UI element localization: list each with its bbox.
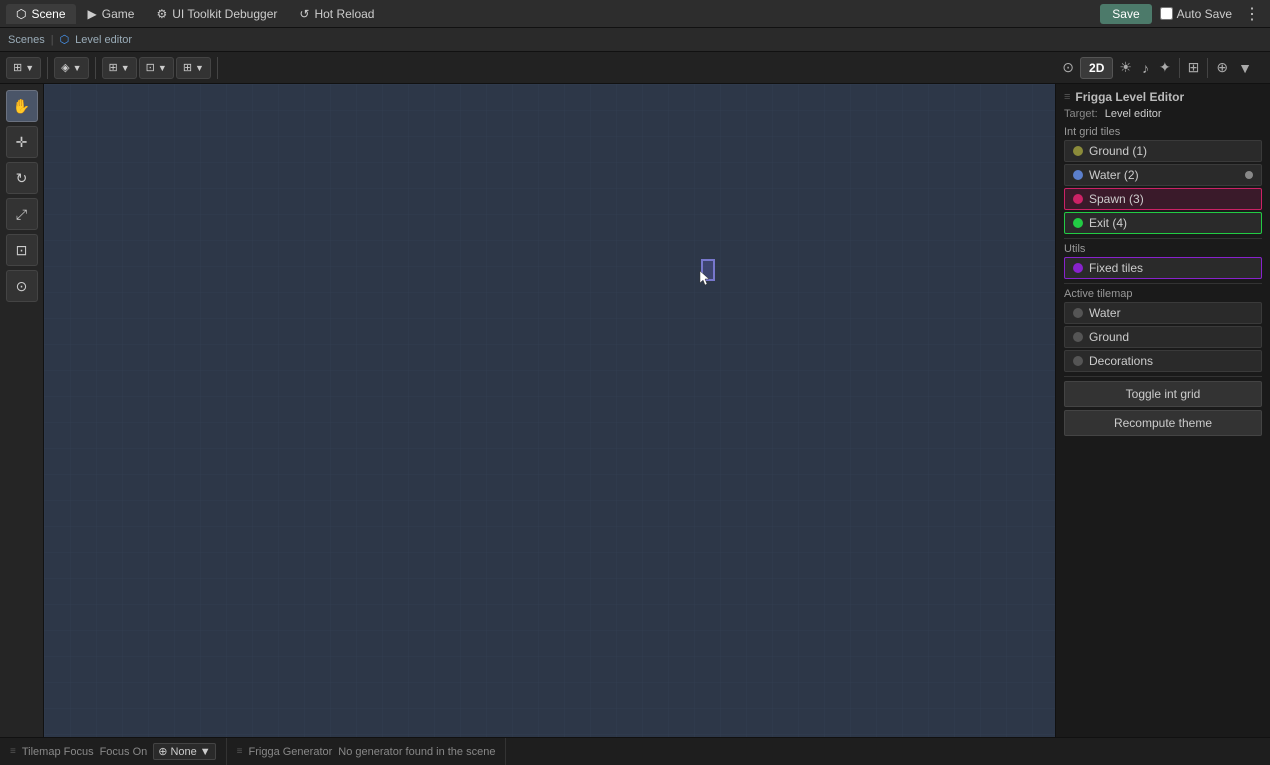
focus-on-label: Focus On [100, 746, 148, 758]
tilemap-focus-icon: ≡ [10, 746, 16, 757]
toolbar-scene-btn[interactable]: ⊞ [1184, 57, 1204, 78]
canvas-area[interactable] [44, 84, 1055, 737]
toolbar-view-btn[interactable]: ⊞ ▼ [176, 57, 211, 79]
target-label: Target: [1064, 108, 1098, 120]
tilemap-ground[interactable]: Ground [1064, 326, 1262, 348]
toolbar-camera-btn[interactable]: ⊙ [1058, 57, 1078, 78]
menu-bar: ⬡ Scene ▶ Game ⚙ UI Toolkit Debugger ↺ H… [0, 0, 1270, 28]
fixed-tiles-label: Fixed tiles [1089, 261, 1143, 275]
tab-game-label: Game [102, 7, 135, 21]
toolbar-audio-btn[interactable]: ♪ [1138, 58, 1153, 78]
panel-header-icon: ≡ [1064, 91, 1070, 103]
toolbar-transform-btn[interactable]: ⊞ ▼ [6, 57, 41, 79]
scenes-link[interactable]: Scenes [8, 34, 45, 46]
tile-water[interactable]: Water (2) [1064, 164, 1262, 186]
autosave-label: Auto Save [1160, 7, 1232, 21]
tilemap-decorations-label: Decorations [1089, 354, 1153, 368]
tab-ui-toolkit[interactable]: ⚙ UI Toolkit Debugger [146, 4, 287, 24]
tile-ground[interactable]: Ground (1) [1064, 140, 1262, 162]
tab-hot-reload[interactable]: ↺ Hot Reload [289, 4, 384, 24]
generator-section: ≡ Frigga Generator No generator found in… [227, 738, 507, 765]
tilemap-focus-section: ≡ Tilemap Focus Focus On ⊕ None ▼ [0, 738, 227, 765]
tilemap-water[interactable]: Water [1064, 302, 1262, 324]
fixed-tiles-btn[interactable]: Fixed tiles [1064, 257, 1262, 279]
tilemap-ground-label: Ground [1089, 330, 1129, 344]
toolbar-object-btn[interactable]: ◈ ▼ [54, 57, 88, 79]
tile-spawn[interactable]: Spawn (3) [1064, 188, 1262, 210]
ui-toolkit-icon: ⚙ [156, 7, 167, 21]
tab-scene[interactable]: ⬡ Scene [6, 4, 76, 24]
generator-msg: No generator found in the scene [338, 746, 495, 758]
water-active-dot [1245, 171, 1253, 179]
tilemap-water-label: Water [1089, 306, 1121, 320]
tab-scene-label: Scene [31, 7, 65, 21]
tab-hot-reload-label: Hot Reload [314, 7, 374, 21]
snap-icon: ⊡ [146, 61, 155, 74]
right-panel: ≡ Frigga Level Editor Target: Level edit… [1055, 84, 1270, 737]
main-area: ✋ ✛ ↻ ⤢ ⊡ ⊙ ≡ Fri [0, 84, 1270, 737]
fixed-color-dot [1073, 263, 1083, 273]
breadcrumb-title: Level editor [75, 34, 132, 46]
tilemap-ground-dot [1073, 332, 1083, 342]
tool-rotate[interactable]: ↻ [6, 162, 38, 194]
target-value: Level editor [1105, 108, 1162, 120]
spawn-label: Spawn (3) [1089, 192, 1144, 206]
transform-icon: ⊞ [13, 61, 22, 74]
hot-reload-icon: ↺ [299, 7, 309, 21]
tilemap-focus-label: Tilemap Focus [22, 746, 94, 758]
active-tilemap-label: Active tilemap [1064, 288, 1262, 300]
object-icon: ◈ [61, 61, 69, 74]
level-editor-icon: ⬡ [60, 33, 70, 46]
focus-value: None [170, 746, 196, 758]
recompute-theme-btn[interactable]: Recompute theme [1064, 410, 1262, 436]
tilemap-decorations-dot [1073, 356, 1083, 366]
focus-icon: ⊕ [158, 745, 167, 758]
toolbar-gizmo-arrow[interactable]: ▼ [1234, 58, 1256, 78]
breadcrumb-bar: Scenes | ⬡ Level editor [0, 28, 1270, 52]
panel-header-title: Frigga Level Editor [1075, 90, 1184, 104]
tool-custom[interactable]: ⊙ [6, 270, 38, 302]
int-grid-tiles-label: Int grid tiles [1064, 126, 1262, 138]
scene-icon: ⬡ [16, 7, 26, 21]
utils-label: Utils [1064, 243, 1262, 255]
water-label: Water (2) [1089, 168, 1139, 182]
grid-svg [44, 84, 1055, 737]
tool-move[interactable]: ✛ [6, 126, 38, 158]
tab-ui-toolkit-label: UI Toolkit Debugger [172, 7, 277, 21]
exit-color-dot [1073, 218, 1083, 228]
toggle-int-grid-btn[interactable]: Toggle int grid [1064, 381, 1262, 407]
toolbar-snap-btn[interactable]: ⊡ ▼ [139, 57, 174, 79]
left-toolbar: ✋ ✛ ↻ ⤢ ⊡ ⊙ [0, 84, 44, 737]
spawn-color-dot [1073, 194, 1083, 204]
save-button[interactable]: Save [1100, 4, 1151, 24]
toolbar-light-btn[interactable]: ☀ [1115, 57, 1136, 78]
toolbar-fx-btn[interactable]: ✦ [1155, 57, 1175, 78]
tool-hand[interactable]: ✋ [6, 90, 38, 122]
focus-select[interactable]: ⊕ None ▼ [153, 743, 215, 760]
tab-game[interactable]: ▶ Game [78, 4, 145, 24]
game-icon: ▶ [88, 7, 97, 21]
grid-icon: ⊞ [109, 61, 118, 74]
toolbar-2d-button[interactable]: 2D [1080, 57, 1113, 79]
focus-arrow: ▼ [200, 746, 211, 758]
tile-exit[interactable]: Exit (4) [1064, 212, 1262, 234]
breadcrumb-separator: | [51, 34, 54, 46]
water-color-dot [1073, 170, 1083, 180]
autosave-checkbox[interactable] [1160, 7, 1173, 20]
ground-label: Ground (1) [1089, 144, 1147, 158]
view-icon: ⊞ [183, 61, 192, 74]
tilemap-decorations[interactable]: Decorations [1064, 350, 1262, 372]
toolbar-gizmo-btn[interactable]: ⊕ [1212, 57, 1232, 78]
ground-color-dot [1073, 146, 1083, 156]
generator-icon: ≡ [237, 746, 243, 757]
generator-header: Frigga Generator [249, 746, 333, 758]
more-menu-button[interactable]: ⋮ [1240, 4, 1264, 24]
exit-label: Exit (4) [1089, 216, 1127, 230]
toolbar-grid-btn[interactable]: ⊞ ▼ [102, 57, 137, 79]
tilemap-water-dot [1073, 308, 1083, 318]
tool-rect[interactable]: ⊡ [6, 234, 38, 266]
bottom-bar: ≡ Tilemap Focus Focus On ⊕ None ▼ ≡ Frig… [0, 737, 1270, 765]
tool-scale[interactable]: ⤢ [6, 198, 38, 230]
toolbar: ⊞ ▼ ◈ ▼ ⊞ ▼ ⊡ ▼ ⊞ ▼ ⊙ 2D ☀ ♪ ✦ ⊞ ⊕ ▼ [0, 52, 1270, 84]
